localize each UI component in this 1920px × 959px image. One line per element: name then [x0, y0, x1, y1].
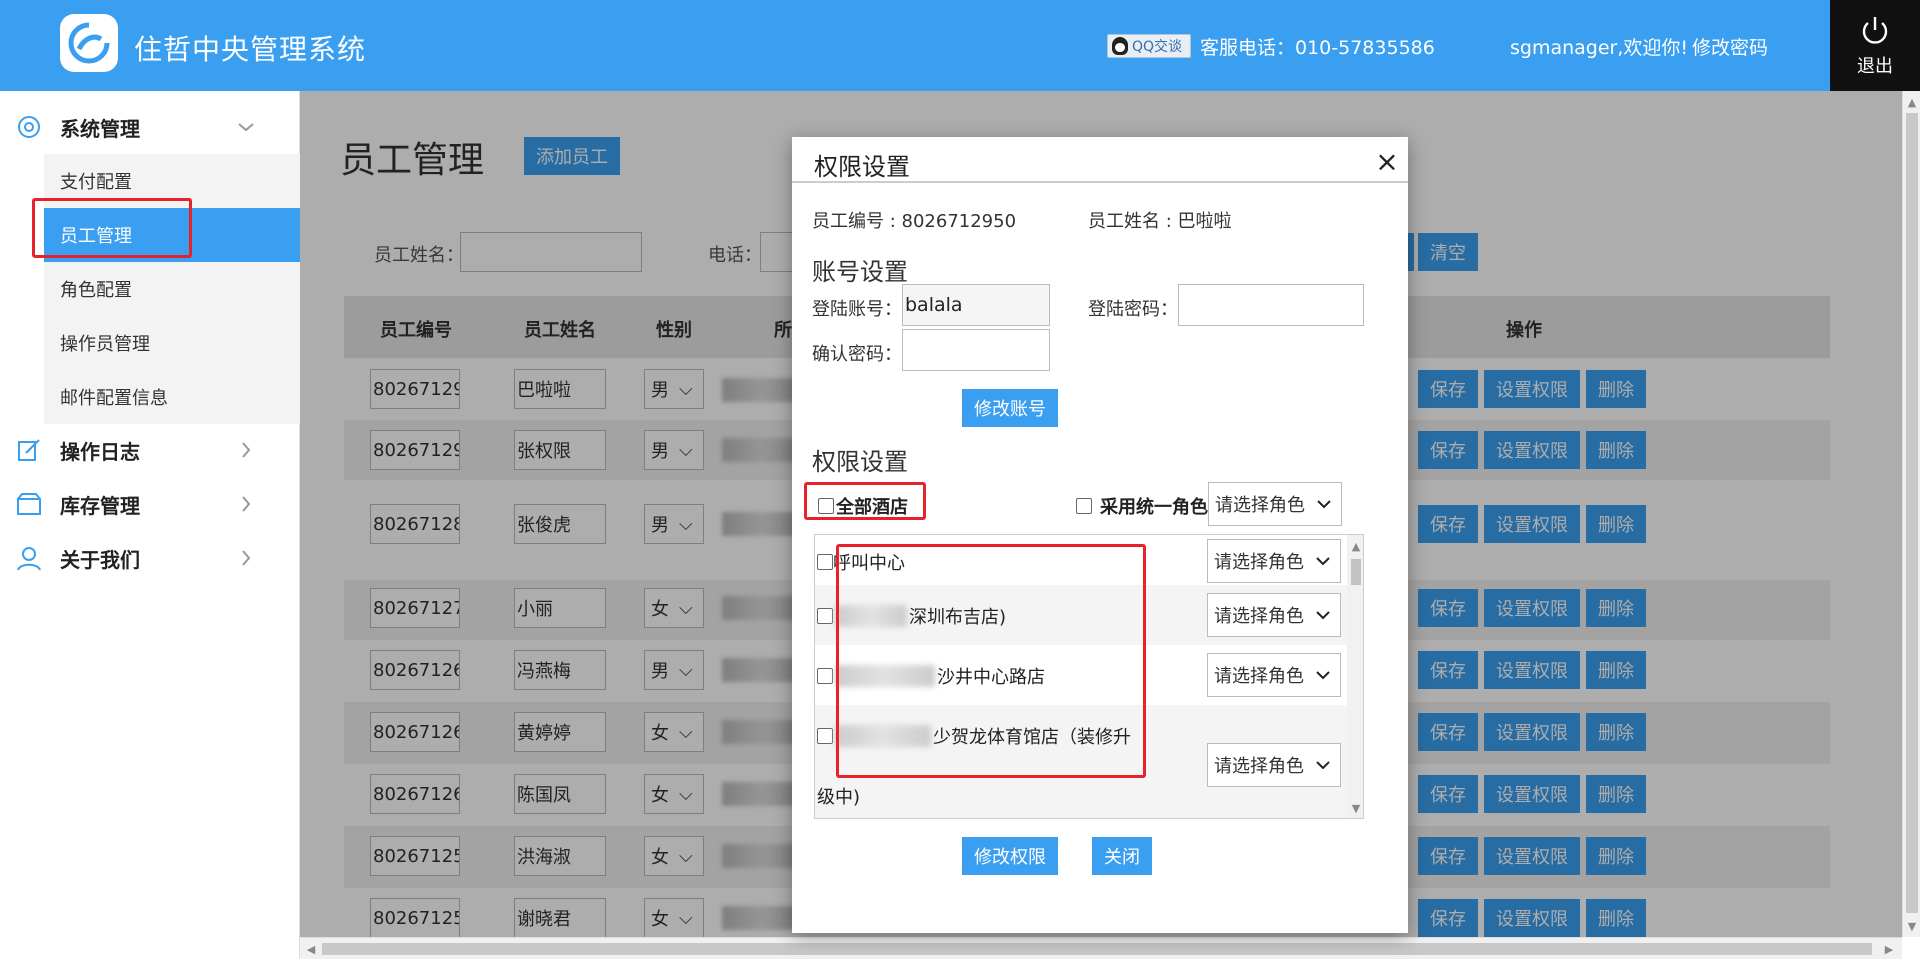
hotel-role-select[interactable]: 请选择角色 [1207, 539, 1341, 583]
sidebar-group-about[interactable]: 关于我们 [0, 532, 300, 584]
top-header: 住哲中央管理系统 QQ交谈 客服电话：010-57835586 sgmanage… [0, 0, 1920, 91]
system-submenu: 支付配置 员工管理 角色配置 操作员管理 邮件配置信息 [44, 154, 300, 424]
hotel-name-continued: 级中) [817, 787, 861, 808]
chevron-down-icon [1316, 761, 1330, 770]
service-phone: 客服电话：010-57835586 [1200, 37, 1435, 59]
confirm-password-input[interactable] [902, 329, 1050, 371]
login-password-label: 登陆密码： [1088, 299, 1178, 320]
permission-section-title: 权限设置 [812, 448, 908, 476]
highlight-all-hotels [804, 482, 926, 520]
hotel-checkbox[interactable] [817, 554, 833, 570]
power-icon [1862, 16, 1888, 44]
role-select-value: 请选择角色 [1215, 495, 1305, 516]
highlight-hotel-list [836, 544, 1146, 778]
change-password-link[interactable]: 修改密码 [1692, 33, 1768, 60]
qq-penguin-icon [1112, 37, 1128, 55]
scroll-left-arrow-icon[interactable]: ◀ [304, 942, 318, 956]
horizontal-scroll-thumb[interactable] [322, 943, 1872, 955]
chevron-down-icon [1316, 611, 1330, 620]
modify-permission-button[interactable]: 修改权限 [962, 837, 1058, 875]
account-section-title: 账号设置 [812, 258, 908, 286]
user-icon [17, 547, 41, 571]
role-select-value: 请选择角色 [1214, 552, 1304, 573]
highlight-employee-menu [32, 198, 192, 258]
scroll-up-arrow-icon[interactable]: ▲ [1905, 95, 1919, 109]
sidebar-group-label: 关于我们 [60, 547, 140, 572]
role-select-value: 请选择角色 [1214, 756, 1304, 777]
dialog-title: 权限设置 [814, 153, 910, 181]
permission-dialog: 权限设置 × 员工编号 : 8026712950 员工姓名 : 巴啦啦 账号设置… [792, 137, 1408, 933]
sidebar-item-role-config[interactable]: 角色配置 [44, 262, 300, 316]
close-button[interactable]: 关闭 [1092, 837, 1152, 875]
scroll-down-arrow-icon[interactable]: ▼ [1905, 919, 1919, 933]
modify-account-button[interactable]: 修改账号 [962, 389, 1058, 427]
page-horizontal-scrollbar[interactable]: ◀ ▶ [300, 937, 1902, 959]
unified-role-label: 采用统一角色 [1100, 497, 1208, 518]
sidebar-group-system[interactable]: 系统管理 [0, 101, 300, 153]
edit-log-icon [18, 439, 40, 461]
confirm-password-label: 确认密码： [812, 344, 902, 365]
unified-role-select[interactable]: 请选择角色 [1208, 482, 1342, 526]
scroll-up-arrow-icon[interactable]: ▲ [1349, 539, 1363, 553]
scroll-down-arrow-icon[interactable]: ▼ [1349, 801, 1363, 815]
login-account-label: 登陆账号： [812, 299, 902, 320]
chevron-down-icon [1316, 671, 1330, 680]
qq-chat-button[interactable]: QQ交谈 [1107, 34, 1191, 58]
unified-role-checkbox[interactable] [1076, 498, 1092, 514]
app-logo-icon [60, 14, 118, 72]
sidebar-item-mail-config[interactable]: 邮件配置信息 [44, 370, 300, 424]
app-title: 住哲中央管理系统 [134, 33, 367, 66]
logout-button[interactable]: 退出 [1830, 0, 1920, 91]
settings-icon [18, 116, 40, 138]
hotel-role-select[interactable]: 请选择角色 [1207, 593, 1341, 637]
inventory-box-icon [17, 493, 41, 515]
role-select-value: 请选择角色 [1214, 606, 1304, 627]
sidebar-group-label: 操作日志 [60, 439, 140, 464]
scroll-right-arrow-icon[interactable]: ▶ [1882, 942, 1896, 956]
close-icon[interactable]: × [1374, 148, 1400, 176]
login-password-input[interactable] [1178, 284, 1364, 326]
login-account-input[interactable]: balala [902, 284, 1050, 326]
qq-chat-label: QQ交谈 [1132, 39, 1183, 55]
hotel-role-select[interactable]: 请选择角色 [1207, 653, 1341, 697]
hotel-checkbox[interactable] [817, 668, 833, 684]
sidebar-group-label: 系统管理 [60, 116, 140, 141]
sidebar-group-label: 库存管理 [60, 493, 140, 518]
page-vertical-scrollbar[interactable]: ▲ ▼ [1902, 91, 1920, 937]
hotel-list-scrollbar[interactable]: ▲ ▼ [1347, 535, 1363, 818]
sidebar-item-operator-management[interactable]: 操作员管理 [44, 316, 300, 370]
employee-number-text: 员工编号 : 8026712950 [812, 211, 1017, 232]
role-select-value: 请选择角色 [1214, 666, 1304, 687]
chevron-right-icon [242, 442, 251, 458]
chevron-right-icon [242, 550, 251, 566]
sidebar-group-inventory[interactable]: 库存管理 [0, 478, 300, 530]
dialog-divider [792, 181, 1408, 183]
unified-role-option[interactable]: 采用统一角色 [1076, 493, 1208, 519]
vertical-scroll-thumb[interactable] [1906, 113, 1918, 913]
chevron-down-icon [1317, 500, 1331, 509]
sidebar-group-operation-log[interactable]: 操作日志 [0, 424, 300, 476]
chevron-right-icon [242, 496, 251, 512]
logout-label: 退出 [1857, 55, 1893, 77]
hotel-checkbox[interactable] [817, 608, 833, 624]
hotel-list-scroll-thumb[interactable] [1351, 559, 1361, 585]
employee-name-text: 员工姓名 : 巴啦啦 [1088, 211, 1232, 232]
welcome-text: sgmanager,欢迎你! [1510, 37, 1689, 59]
chevron-down-icon [1316, 557, 1330, 566]
hotel-role-select[interactable]: 请选择角色 [1207, 743, 1341, 787]
chevron-down-icon [238, 123, 254, 132]
hotel-checkbox[interactable] [817, 728, 833, 744]
